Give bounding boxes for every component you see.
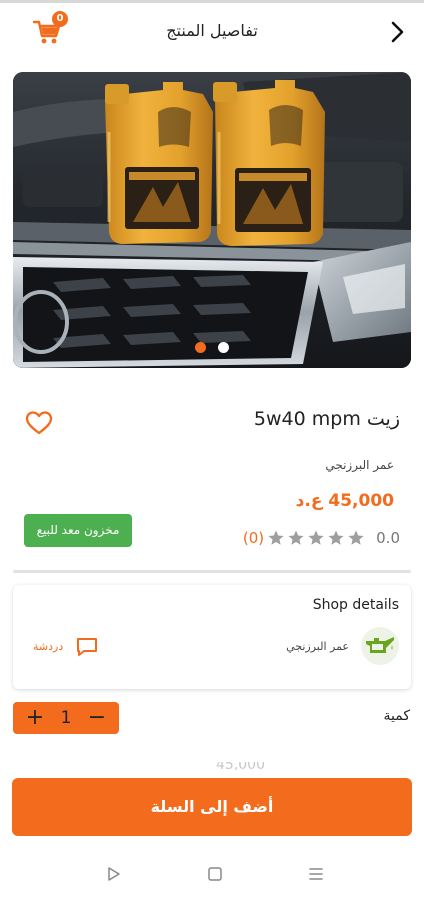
rating-row: (0) 0.0 bbox=[243, 527, 400, 549]
shop-name[interactable]: عمر البرزنجي bbox=[286, 640, 349, 653]
decrease-quantity-button[interactable]: − bbox=[85, 705, 109, 731]
quantity-stepper: + 1 − bbox=[13, 702, 119, 734]
product-photo bbox=[13, 72, 411, 368]
page-title: تفاصيل المنتج bbox=[166, 21, 258, 40]
quantity-value: 1 bbox=[60, 708, 72, 728]
increase-quantity-button[interactable]: + bbox=[23, 705, 47, 731]
shop-details-card: Shop details عمر البرزنجي دردشة bbox=[13, 585, 411, 689]
shop-logo[interactable] bbox=[361, 627, 399, 665]
hidden-price-fragment: 45,000 ع.د bbox=[216, 762, 265, 770]
stock-status-badge: مخزون معد للبيع bbox=[24, 514, 132, 547]
rating-count: (0) bbox=[242, 529, 265, 547]
product-name: زيت 5w40 mpm bbox=[253, 408, 400, 430]
chat-button[interactable]: دردشة bbox=[33, 635, 101, 659]
oil-can-icon bbox=[366, 637, 394, 653]
carousel-dot-2[interactable] bbox=[217, 342, 229, 353]
chevron-right-icon bbox=[391, 21, 404, 43]
rating-value: 0.0 bbox=[376, 529, 400, 547]
seller-name[interactable]: عمر البرزنجي bbox=[325, 458, 394, 472]
top-divider bbox=[0, 0, 424, 3]
shop-details-title: Shop details bbox=[312, 597, 399, 613]
quantity-label: كمية bbox=[383, 708, 411, 724]
section-divider bbox=[13, 570, 411, 573]
carousel-dot-1[interactable] bbox=[195, 342, 207, 353]
square-home-icon[interactable] bbox=[207, 866, 223, 882]
chat-label: دردشة bbox=[33, 640, 64, 653]
menu-lines-icon[interactable] bbox=[307, 866, 325, 882]
back-button[interactable] bbox=[384, 18, 412, 46]
product-price: 45,000 ع.د bbox=[295, 491, 394, 511]
triangle-back-icon[interactable] bbox=[106, 866, 122, 882]
star-icon bbox=[328, 530, 344, 545]
add-to-cart-button[interactable]: أضف إلى السلة bbox=[12, 778, 412, 836]
heart-outline-icon bbox=[25, 411, 53, 435]
product-image-carousel[interactable] bbox=[13, 72, 411, 368]
star-icon bbox=[268, 530, 284, 545]
star-icon bbox=[288, 530, 304, 545]
partially-hidden-text: 45,000 ع.د bbox=[216, 762, 276, 770]
favorite-button[interactable] bbox=[25, 410, 53, 436]
star-icon bbox=[348, 530, 364, 545]
chat-bubble-icon bbox=[77, 638, 97, 656]
carousel-indicators bbox=[13, 338, 411, 357]
star-icon bbox=[308, 530, 324, 545]
app-header: 0 تفاصيل المنتج bbox=[0, 8, 424, 54]
